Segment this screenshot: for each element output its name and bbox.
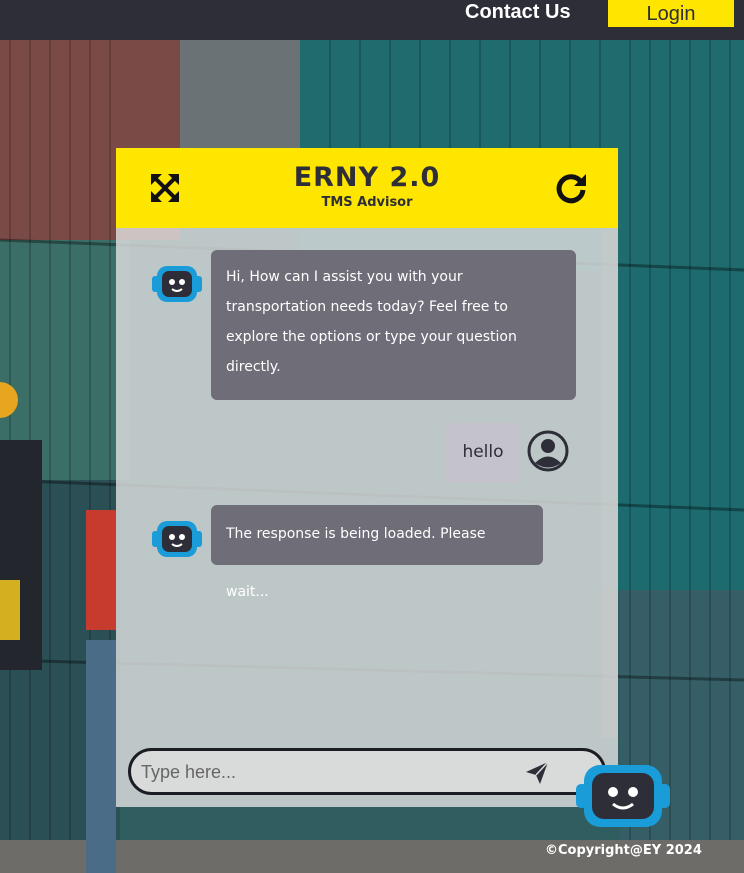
message-input-container (128, 748, 606, 795)
scrollbar[interactable] (602, 228, 618, 738)
contact-us-link[interactable]: Contact Us (465, 0, 571, 26)
bot-loading-message: The response is being loaded. Please wai… (211, 505, 543, 600)
send-icon[interactable] (524, 760, 550, 786)
top-navbar: Contact Us Login (0, 0, 744, 40)
user-message: hello (446, 423, 520, 483)
login-button[interactable]: Login (608, 0, 734, 27)
chatbot-launcher-icon[interactable] (576, 764, 670, 828)
copyright-text: ©Copyright@EY 2024 (545, 843, 702, 858)
chat-title: ERNY 2.0 (293, 162, 441, 193)
chat-window: ERNY 2.0 TMS Advisor Hi, How can I assis… (116, 148, 618, 807)
bot-message: Hi, How can I assist you with your trans… (211, 250, 576, 400)
chat-header: ERNY 2.0 TMS Advisor (116, 148, 618, 228)
bot-avatar-icon (152, 521, 202, 557)
message-input[interactable] (141, 759, 511, 785)
refresh-icon[interactable] (553, 170, 589, 206)
user-avatar-icon (527, 430, 569, 472)
bot-avatar-icon (152, 266, 202, 302)
chat-subtitle: TMS Advisor (321, 195, 413, 210)
